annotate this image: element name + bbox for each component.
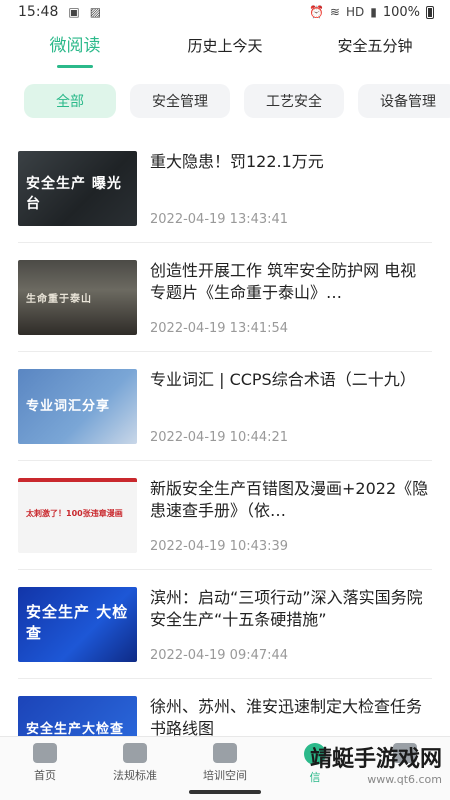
thumbnail-caption: 安全生产大检查 xyxy=(26,722,125,737)
watermark-text: 靖蜓手游戏网 xyxy=(309,747,442,772)
article-title: 创造性开展工作 筑牢安全防护网 电视专题片《生命重于泰山》… xyxy=(150,261,417,302)
image-icon: ▨ xyxy=(89,5,102,19)
thumbnail-caption: 安全生产 大检查 xyxy=(26,603,129,642)
nav-label: 首页 xyxy=(34,769,56,782)
list-item[interactable]: 安全生产 大检查 滨州：启动“三项行动”深入落实国务院安全生产“十五条硬措施” … xyxy=(18,570,432,679)
notification-icon: ▣ xyxy=(68,5,80,19)
alarm-icon: ⏰ xyxy=(308,5,324,19)
thumbnail-caption: 生命重于泰山 xyxy=(26,294,92,305)
article-title: 重大隐患！罚122.1万元 xyxy=(150,152,324,171)
watermark: 靖蜓手游戏网 www.qt6.com xyxy=(310,741,442,786)
nav-label: 培训空间 xyxy=(203,769,247,782)
network-type-label: HD xyxy=(345,5,365,19)
list-item[interactable]: 太刺激了！100张违章漫画 新版安全生产百错图及漫画+2022《隐患速查手册》（… xyxy=(18,461,432,570)
article-thumbnail: 安全生产 大检查 xyxy=(18,587,137,662)
article-thumbnail: 太刺激了！100张违章漫画 xyxy=(18,478,137,553)
signal-icon: ▮ xyxy=(370,5,377,19)
category-chips: 全部 安全管理 工艺安全 设备管理 xyxy=(0,68,450,134)
top-tabs: 微阅读 历史上今天 安全五分钟 xyxy=(0,24,450,68)
list-item[interactable]: 安全生产 曝光台 重大隐患！罚122.1万元 2022-04-19 13:43:… xyxy=(18,134,432,243)
shield-star-icon xyxy=(123,743,147,763)
chip-safety-management[interactable]: 安全管理 xyxy=(130,84,230,118)
nav-regulations[interactable]: 法规标准 xyxy=(90,737,180,800)
article-date: 2022-04-19 13:43:41 xyxy=(150,212,289,227)
nav-home[interactable]: 首页 xyxy=(0,737,90,800)
thumbnail-caption: 太刺激了！100张违章漫画 xyxy=(26,509,123,518)
battery-icon xyxy=(426,5,434,19)
article-title: 新版安全生产百错图及漫画+2022《隐患速查手册》（依… xyxy=(150,479,429,520)
article-thumbnail: 生命重于泰山 xyxy=(18,260,137,335)
list-item[interactable]: 生命重于泰山 创造性开展工作 筑牢安全防护网 电视专题片《生命重于泰山》… 20… xyxy=(18,243,432,352)
bookmark-icon xyxy=(213,743,237,763)
chip-all[interactable]: 全部 xyxy=(24,84,116,118)
list-item[interactable]: 专业词汇分享 专业词汇 | CCPS综合术语（二十九） 2022-04-19 1… xyxy=(18,352,432,461)
chip-equipment-management[interactable]: 设备管理 xyxy=(358,84,450,118)
article-date: 2022-04-19 09:47:44 xyxy=(150,648,289,663)
wifi-icon: ≋ xyxy=(329,5,340,19)
home-icon xyxy=(33,743,57,763)
tab-safety-five-minutes[interactable]: 安全五分钟 xyxy=(300,24,450,68)
watermark-url: www.qt6.com xyxy=(367,773,442,786)
battery-percent: 100% xyxy=(382,4,420,20)
status-bar: 15:48 ▣ ▨ ⏰ ≋ HD ▮ 100% xyxy=(0,0,450,24)
article-thumbnail: 安全生产 曝光台 xyxy=(18,151,137,226)
thumbnail-caption: 专业词汇分享 xyxy=(26,399,111,414)
tab-history-today[interactable]: 历史上今天 xyxy=(150,24,300,68)
nav-label: 法规标准 xyxy=(113,769,157,782)
article-title: 滨州：启动“三项行动”深入落实国务院安全生产“十五条硬措施” xyxy=(150,588,423,629)
article-title: 专业词汇 | CCPS综合术语（二十九） xyxy=(150,370,416,389)
home-indicator[interactable] xyxy=(189,790,261,794)
status-time: 15:48 xyxy=(18,4,59,20)
article-list: 安全生产 曝光台 重大隐患！罚122.1万元 2022-04-19 13:43:… xyxy=(0,134,450,788)
article-date: 2022-04-19 10:44:21 xyxy=(150,430,289,445)
article-date: 2022-04-19 13:41:54 xyxy=(150,321,289,336)
article-date: 2022-04-19 10:43:39 xyxy=(150,539,289,554)
tab-micro-reading[interactable]: 微阅读 xyxy=(0,24,150,68)
chip-process-safety[interactable]: 工艺安全 xyxy=(244,84,344,118)
article-title: 徐州、苏州、淮安迅速制定大检查任务书路线图 xyxy=(150,697,423,738)
thumbnail-caption: 安全生产 曝光台 xyxy=(26,176,122,212)
article-thumbnail: 专业词汇分享 xyxy=(18,369,137,444)
